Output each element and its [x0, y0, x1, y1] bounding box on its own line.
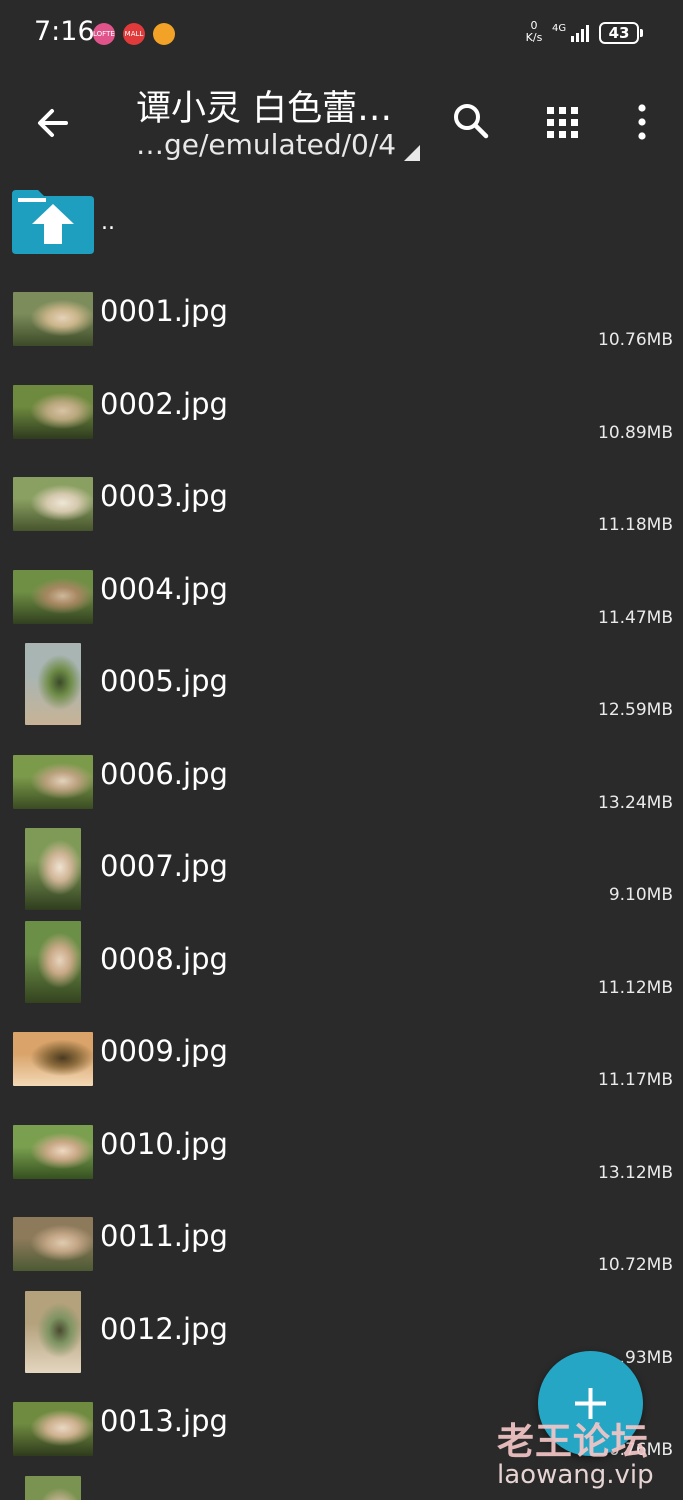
file-name: 0013.jpg	[100, 1404, 228, 1438]
watermark-url: laowang.vip	[497, 1460, 654, 1490]
app-toolbar: 谭小灵 白色蕾… …ge/emulated/0/4	[0, 68, 683, 176]
search-icon[interactable]	[446, 96, 498, 148]
back-arrow-icon[interactable]	[26, 96, 80, 150]
folder-path[interactable]: …ge/emulated/0/4	[136, 128, 404, 161]
file-row[interactable]: 0009.jpg 11.17MB	[0, 1008, 683, 1100]
file-thumbnail	[13, 384, 93, 439]
file-thumbnail	[13, 477, 93, 531]
file-name: 0011.jpg	[100, 1219, 228, 1253]
file-row[interactable]: 0003.jpg 11.18MB	[0, 453, 683, 545]
path-dropdown-caret-icon[interactable]	[404, 145, 420, 161]
file-thumbnail	[25, 643, 81, 725]
file-name: 0008.jpg	[100, 941, 228, 976]
file-thumbnail	[25, 920, 81, 1003]
status-time: 7:16	[34, 16, 95, 47]
file-row[interactable]: 0005.jpg 12.59MB	[0, 638, 683, 730]
file-row[interactable]: 0002.jpg 10.89MB	[0, 361, 683, 453]
network-type-label: 4G	[552, 23, 567, 34]
parent-folder-row[interactable]: ..	[0, 176, 683, 268]
mall-icon: MALL	[123, 23, 145, 45]
more-options-icon[interactable]	[622, 96, 662, 148]
file-name: 0003.jpg	[100, 479, 228, 513]
file-size: 10.89MB	[598, 422, 673, 443]
file-row[interactable]: 0010.jpg 13.12MB	[0, 1101, 683, 1193]
file-name: 0007.jpg	[100, 849, 228, 883]
signal-strength-icon	[571, 25, 589, 42]
file-size: 11.17MB	[598, 1070, 673, 1090]
weibo-icon	[153, 23, 175, 45]
file-thumbnail	[25, 1475, 81, 1500]
network-speed: 0 K/s	[522, 20, 546, 44]
file-row[interactable]: 0004.jpg 11.47MB	[0, 546, 683, 638]
file-name: 0001.jpg	[100, 294, 228, 328]
file-size: 11.18MB	[598, 515, 673, 535]
file-thumbnail	[13, 292, 93, 346]
file-name: 0004.jpg	[100, 571, 228, 606]
network-speed-unit: K/s	[525, 31, 543, 44]
file-row[interactable]: 0006.jpg 13.24MB	[0, 731, 683, 823]
file-size: 10.76MB	[598, 330, 673, 350]
file-name: 0002.jpg	[100, 386, 228, 421]
file-thumbnail	[13, 754, 93, 809]
status-bar: 7:16 LOFTER MALL 0 K/s 4G 43	[0, 0, 683, 68]
file-name: 0005.jpg	[100, 664, 228, 698]
file-thumbnail	[25, 828, 81, 910]
file-name: 0010.jpg	[100, 1126, 228, 1161]
battery-indicator: 43	[599, 22, 639, 44]
file-size: 11.47MB	[598, 607, 673, 628]
file-name: 0012.jpg	[100, 1311, 228, 1346]
file-row[interactable]: 0011.jpg 10.72MB	[0, 1193, 683, 1285]
file-size: 13.24MB	[598, 792, 673, 813]
file-name: 0009.jpg	[100, 1034, 228, 1068]
battery-level: 43	[608, 24, 630, 42]
file-thumbnail	[25, 1290, 81, 1373]
status-app-icons: LOFTER MALL	[93, 23, 175, 45]
file-thumbnail	[13, 569, 93, 624]
file-row[interactable]: 0008.jpg 11.12MB	[0, 916, 683, 1008]
file-thumbnail	[13, 1124, 93, 1179]
file-thumbnail	[13, 1217, 93, 1271]
file-size: 13.12MB	[598, 1162, 673, 1183]
file-size: 10.72MB	[598, 1255, 673, 1275]
file-size: 11.12MB	[598, 977, 673, 998]
file-row[interactable]: 0007.jpg 9.10MB	[0, 823, 683, 915]
file-thumbnail	[13, 1032, 93, 1086]
battery-tip	[640, 29, 643, 37]
file-size: 9.10MB	[608, 885, 673, 905]
file-size: 12.59MB	[598, 700, 673, 720]
file-name: 0006.jpg	[100, 756, 228, 791]
parent-folder-label: ..	[101, 210, 115, 235]
folder-title: 谭小灵 白色蕾…	[136, 89, 393, 129]
watermark-title: 老王论坛	[497, 1420, 649, 1463]
lofter-icon: LOFTER	[93, 23, 115, 45]
file-manager-screen: 7:16 LOFTER MALL 0 K/s 4G 43 谭小灵 白色蕾… …ge…	[0, 0, 683, 1500]
grid-view-icon[interactable]	[538, 98, 588, 148]
folder-up-icon	[12, 190, 94, 254]
file-thumbnail	[13, 1402, 93, 1456]
file-row[interactable]: 0001.jpg 10.76MB	[0, 268, 683, 360]
